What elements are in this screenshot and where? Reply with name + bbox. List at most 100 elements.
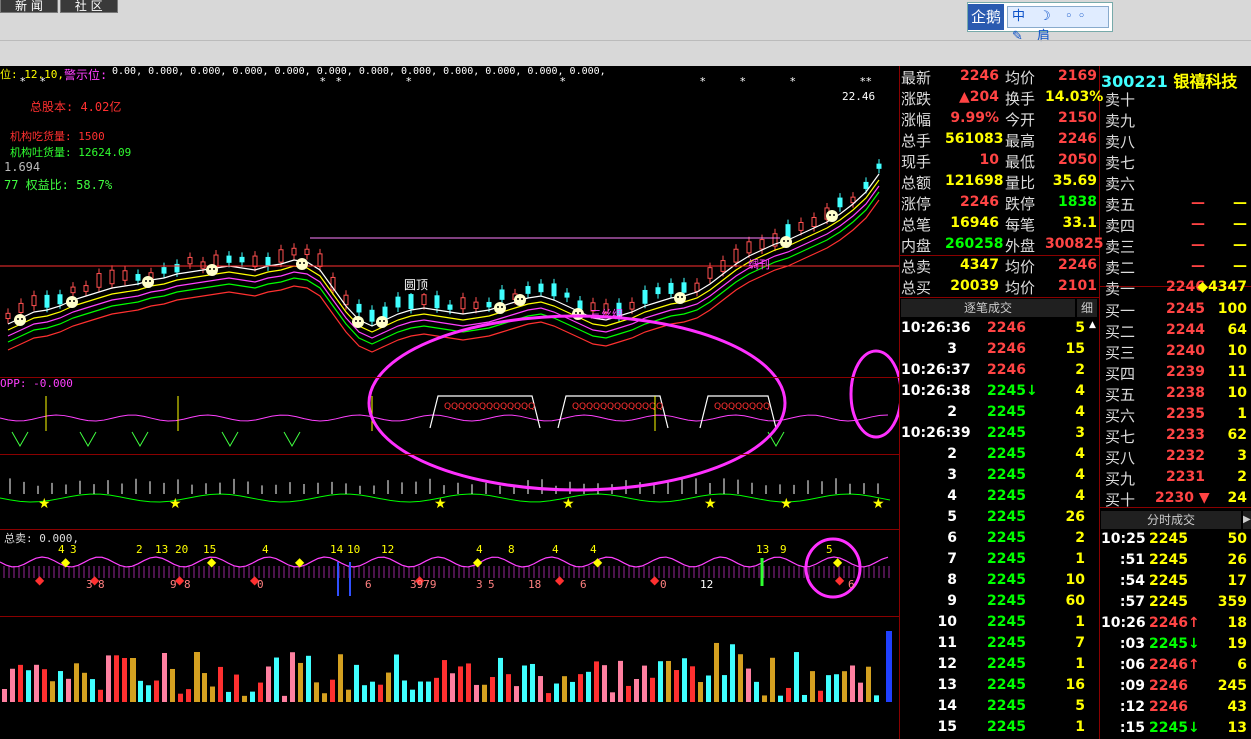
ask-label: 卖二	[1105, 259, 1136, 277]
signal-star: ★	[169, 496, 182, 512]
minute-price: 2246	[1149, 678, 1188, 694]
chart-area[interactable]: * * * * * * * * * * * QQQQQQQQQQQQQQQQQQQQQQQQQQQQ…	[0, 66, 899, 739]
sell-indicator-number: 6	[580, 578, 587, 591]
smiley-marker	[66, 296, 78, 308]
candle-body	[707, 267, 713, 279]
opp-q-mark: Q	[763, 402, 770, 412]
smiley-eye	[829, 214, 831, 216]
tick-volume: 5	[1075, 698, 1085, 714]
tick-volume: 1	[1075, 719, 1085, 735]
minute-time: :51	[1119, 552, 1145, 568]
candle-body	[291, 247, 297, 256]
buy-diamond: ◆	[207, 555, 217, 569]
quote-label: 最低	[1005, 153, 1036, 171]
bid-label: 买六	[1105, 407, 1136, 425]
tick-header[interactable]: 逐笔成交	[901, 299, 1075, 317]
opp-plateau	[699, 395, 777, 429]
tab-news[interactable]: 新 闻	[0, 0, 58, 13]
tick-price: 2246	[987, 362, 1026, 378]
tick-volume: 3	[1075, 425, 1085, 441]
volume-bar	[330, 679, 335, 702]
warn-level: 位: 12.10,	[0, 68, 64, 81]
volume-bar	[26, 670, 31, 702]
tick-time: 2	[947, 446, 957, 462]
sell-diamond: ◆	[835, 573, 845, 587]
quote-label: 总笔	[901, 216, 932, 234]
sell-indicator-number: 2	[136, 543, 143, 556]
candle-body	[746, 241, 752, 254]
ask-label: 卖十	[1105, 91, 1136, 109]
highlight-ellipses	[367, 314, 899, 599]
tick-time: 3	[947, 467, 957, 483]
volume-bar	[762, 695, 767, 702]
candle-body	[252, 255, 258, 268]
sell-indicator-number: 8	[98, 578, 105, 591]
volume-bar	[514, 686, 519, 702]
volume-bar	[146, 685, 151, 702]
tick-price: 2245	[987, 572, 1026, 588]
smiley-eye	[681, 296, 683, 298]
ask-volume: —	[1233, 216, 1247, 232]
bid-label: 买三	[1105, 344, 1136, 362]
equity-ratio: 77 权益比: 58.7%	[4, 178, 113, 192]
volume-bar	[130, 658, 136, 702]
tick-price: 2246	[987, 320, 1026, 336]
quote-value: 2246	[1058, 257, 1097, 273]
ask-volume: —	[1233, 237, 1247, 253]
smiley-marker	[376, 316, 388, 328]
sell-indicator-number: 0	[660, 578, 667, 591]
penguin-icon[interactable]: 企鹅	[968, 4, 1004, 30]
panel-border	[1099, 66, 1100, 739]
inst-buy: 机构吃货量: 1500	[10, 130, 105, 143]
candle-body	[395, 296, 401, 308]
opp-label: OPP: -0.000	[0, 377, 73, 390]
minute-price: 2246	[1149, 699, 1188, 715]
volume-bar	[754, 681, 759, 702]
bid-volume: 100	[1217, 301, 1247, 317]
tick-time: 7	[947, 551, 957, 567]
sell-indicator-number: 6	[848, 578, 855, 591]
tick-time: 10:26:39	[901, 425, 971, 441]
qq-toolbar[interactable]: 企鹅 中 ☽ ◦◦ ✎ 肩	[967, 2, 1113, 44]
smiley-eye	[787, 240, 789, 242]
tick-volume: 5	[1075, 320, 1085, 336]
minute-header[interactable]: 分时成交	[1101, 511, 1241, 529]
candle-body	[486, 301, 492, 308]
tick-price: 2245	[987, 404, 1026, 420]
volume-bar	[866, 666, 871, 702]
candle-body	[811, 216, 817, 228]
quote-panel: 最新 2246 均价 2169 涨跌 ▲204 换手 14.03% 涨幅 9.99% 今开 2150 总…	[899, 66, 1251, 739]
volume-bar	[218, 666, 223, 702]
smiley-eye	[299, 262, 301, 264]
volume-bar	[346, 689, 351, 702]
tick-scroll-up-icon[interactable]: ▲	[1089, 320, 1096, 330]
qq-tool-icons[interactable]: 中 ☽ ◦◦ ✎ 肩	[1007, 6, 1109, 44]
minute-volume: 19	[1227, 636, 1247, 652]
opp-q-mark: Q	[656, 402, 663, 412]
candle-body	[96, 273, 102, 288]
volume-bar	[338, 654, 343, 702]
volume-bar	[538, 676, 543, 702]
tick-detail-button[interactable]: 细	[1077, 299, 1097, 317]
tick-time: 11	[937, 635, 957, 651]
minute-expand-icon[interactable]: ▶	[1243, 511, 1251, 529]
tick-price: 2245	[987, 551, 1026, 567]
volume-bar	[98, 689, 103, 702]
value-label: 1.694	[4, 160, 41, 174]
tab-community[interactable]: 社 区	[59, 0, 118, 13]
ask-volume: —	[1233, 258, 1247, 274]
sell-indicator-number: 13	[756, 543, 770, 556]
candle-body	[850, 196, 856, 204]
ask-volume: —	[1233, 195, 1247, 211]
minute-time: :09	[1119, 678, 1145, 694]
signal-star: ★	[562, 496, 575, 512]
candle-body	[187, 256, 193, 265]
volume-bar	[362, 685, 367, 702]
tick-time: 8	[947, 572, 957, 588]
quote-value: 35.69	[1052, 173, 1097, 189]
quote-value: 2246	[960, 68, 999, 84]
sell-indicator-number: 4	[58, 543, 65, 556]
kline-chart[interactable]: * * * * * * * * * * * QQQQQQQQQQQQQQQQQQQQQQQQQQQQ…	[0, 66, 899, 739]
price-high-label: 22.46	[842, 90, 876, 103]
opp-q-mark: Q	[528, 402, 535, 412]
